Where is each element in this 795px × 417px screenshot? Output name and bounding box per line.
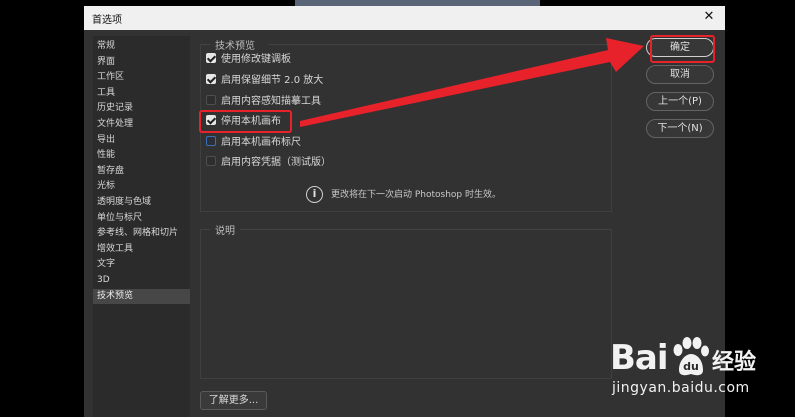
- sidebar-item-export[interactable]: 导出: [93, 133, 190, 148]
- learn-more-button[interactable]: 了解更多...: [200, 391, 267, 410]
- option-label: 启用本机画布标尺: [221, 137, 301, 148]
- option-disable-native-canvas[interactable]: 停用本机画布: [206, 114, 281, 130]
- paw-icon: du: [673, 337, 709, 376]
- sidebar-item-plugins[interactable]: 增效工具: [93, 242, 190, 257]
- watermark-brand: Bai: [610, 338, 669, 378]
- option-content-aware-tracing[interactable]: 启用内容感知描摹工具: [206, 94, 321, 110]
- sidebar-item-cursors[interactable]: 光标: [93, 179, 190, 194]
- title-bar: 首选项 ✕: [84, 6, 725, 30]
- sidebar-item-workspace[interactable]: 工作区: [93, 70, 190, 85]
- window-title: 首选项: [92, 15, 122, 26]
- info-icon: i: [306, 186, 323, 203]
- sidebar-item-general[interactable]: 常规: [93, 39, 190, 54]
- checkbox-checked[interactable]: [206, 74, 216, 84]
- watermark-url: jingyan.baidu.com: [612, 380, 750, 396]
- sidebar-item-scratch-disks[interactable]: 暂存盘: [93, 164, 190, 179]
- restart-notice: i 更改将在下一次启动 Photoshop 时生效。: [306, 186, 501, 204]
- checkbox-checked[interactable]: [206, 53, 216, 63]
- next-button[interactable]: 下一个(N): [646, 119, 714, 138]
- previous-button[interactable]: 上一个(P): [646, 92, 714, 111]
- ok-button[interactable]: 确定: [646, 38, 714, 57]
- sidebar-item-guides-grid[interactable]: 参考线、网格和切片: [93, 226, 190, 241]
- option-content-credentials[interactable]: 启用内容凭据（测试版）: [206, 155, 331, 171]
- option-label: 使用修改键调板: [221, 54, 291, 65]
- close-icon[interactable]: ✕: [701, 9, 717, 25]
- checkbox-unchecked[interactable]: [206, 95, 216, 105]
- option-label: 启用内容凭据（测试版）: [221, 157, 331, 168]
- watermark-brand-cn: 经验: [712, 350, 757, 375]
- option-label: 停用本机画布: [221, 116, 281, 127]
- sidebar-item-3d[interactable]: 3D: [93, 273, 190, 288]
- option-label: 启用保留细节 2.0 放大: [221, 75, 324, 86]
- description-group: [200, 229, 612, 379]
- sidebar-item-units-rulers[interactable]: 单位与标尺: [93, 211, 190, 226]
- svg-text:du: du: [683, 360, 699, 373]
- option-native-canvas-rulers[interactable]: 启用本机画布标尺: [206, 135, 301, 151]
- checkbox-unchecked[interactable]: [206, 156, 216, 166]
- option-modifier-palette[interactable]: 使用修改键调板: [206, 52, 291, 68]
- cancel-button[interactable]: 取消: [646, 65, 714, 84]
- sidebar-item-history[interactable]: 历史记录: [93, 101, 190, 116]
- sidebar-item-type[interactable]: 文字: [93, 257, 190, 272]
- sidebar-item-interface[interactable]: 界面: [93, 55, 190, 70]
- sidebar-item-performance[interactable]: 性能: [93, 148, 190, 163]
- sidebar-item-file-handling[interactable]: 文件处理: [93, 117, 190, 132]
- checkbox-checked[interactable]: [206, 115, 216, 125]
- option-label: 启用内容感知描摹工具: [221, 96, 321, 107]
- sidebar: 常规 界面 工作区 工具 历史记录 文件处理 导出 性能 暂存盘 光标 透明度与…: [93, 36, 190, 417]
- sidebar-item-transparency[interactable]: 透明度与色域: [93, 195, 190, 210]
- watermark: Bai du 经验 jingyan.baidu.com: [610, 330, 795, 415]
- option-preserve-details[interactable]: 启用保留细节 2.0 放大: [206, 73, 323, 89]
- sidebar-item-technology-previews[interactable]: 技术预览: [93, 288, 190, 304]
- checkbox-unchecked[interactable]: [206, 136, 216, 146]
- restart-notice-text: 更改将在下一次启动 Photoshop 时生效。: [331, 190, 502, 200]
- content-panel: 技术预览 使用修改键调板 启用保留细节 2.0 放大 启用内容感知描摹工具 停用…: [198, 36, 614, 417]
- sidebar-item-tools[interactable]: 工具: [93, 86, 190, 101]
